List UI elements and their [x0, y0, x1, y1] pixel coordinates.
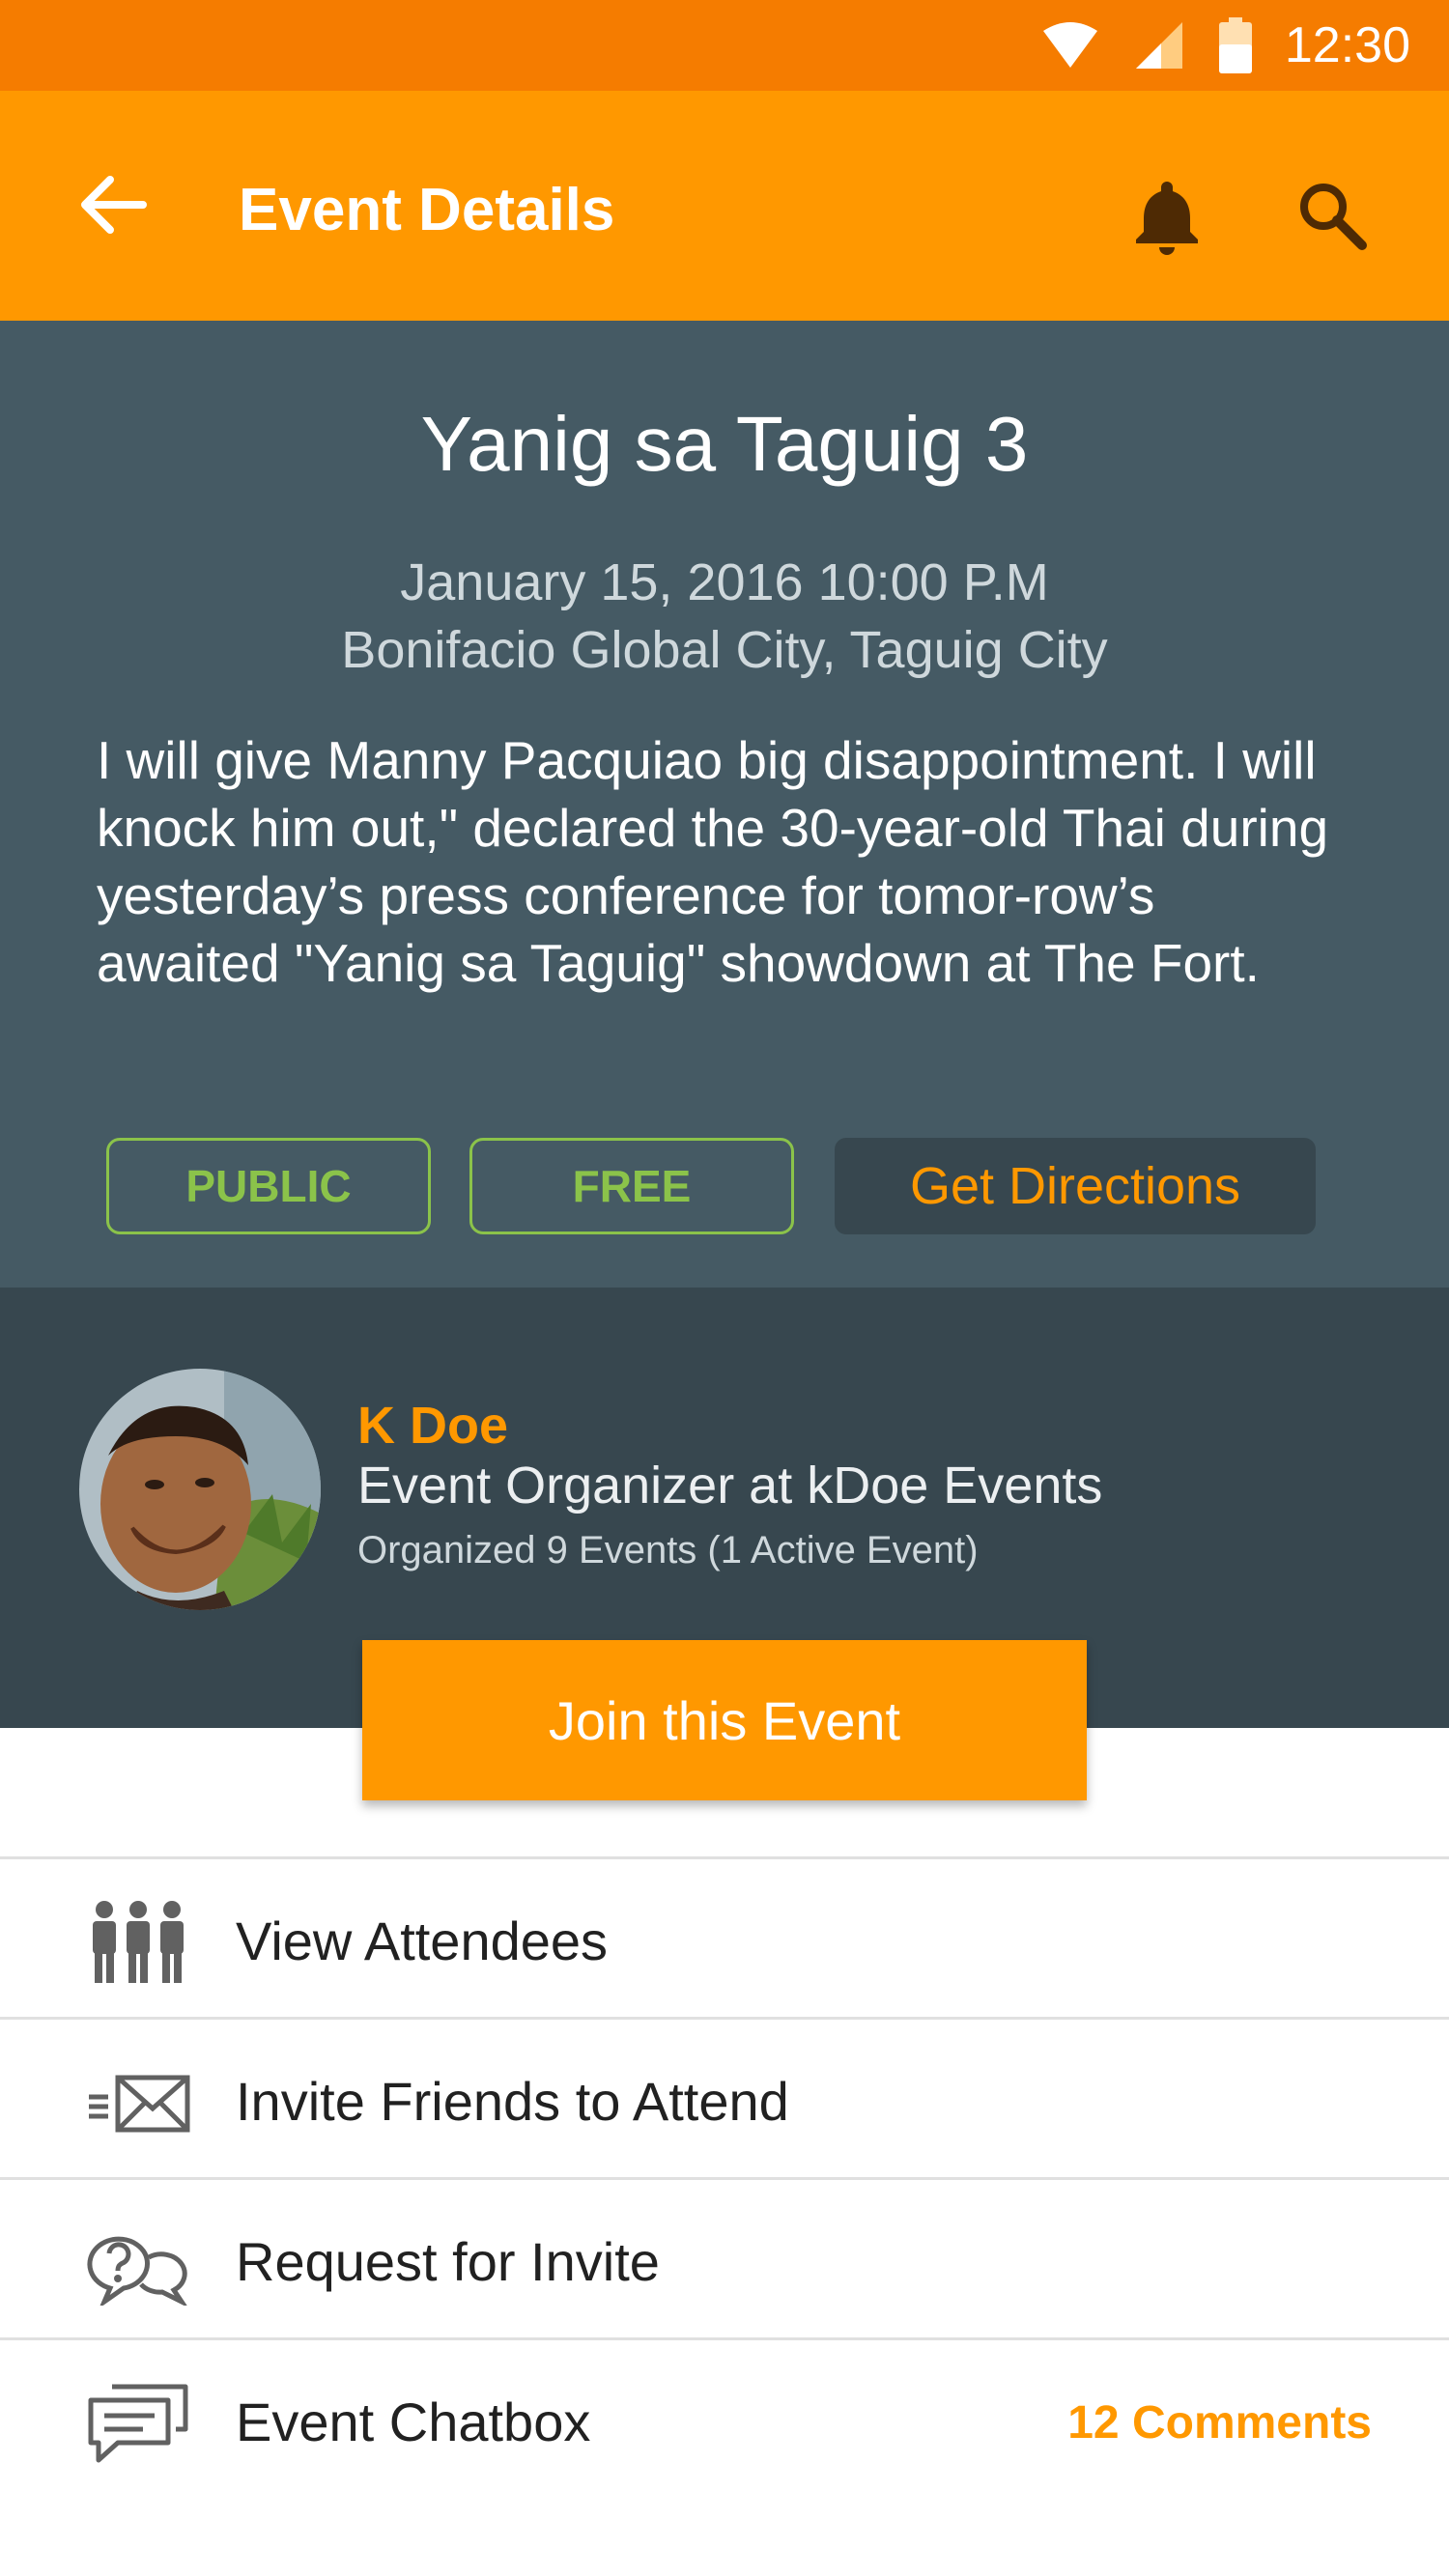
join-event-button[interactable]: Join this Event — [362, 1640, 1087, 1800]
list-item-request-invite[interactable]: Request for Invite — [0, 2177, 1449, 2337]
status-time: 12:30 — [1284, 17, 1410, 73]
invite-mail-icon — [89, 2075, 190, 2133]
bell-icon[interactable] — [1128, 178, 1206, 255]
list-item-event-chatbox[interactable]: Event Chatbox 12 Comments — [0, 2337, 1449, 2498]
organizer-stats: Organized 9 Events (1 Active Event) — [357, 1529, 979, 1571]
status-bar: 12:30 — [0, 0, 1449, 91]
list-item-label: Event Chatbox — [236, 2392, 591, 2452]
battery-icon — [1218, 17, 1252, 73]
chat-icon — [88, 2384, 188, 2463]
comments-count[interactable]: 12 Comments — [1067, 2396, 1372, 2449]
app-bar: Event Details — [0, 91, 1449, 321]
wifi-icon — [1042, 22, 1097, 68]
event-venue: Bonifacio Global City, Taguig City — [341, 621, 1108, 679]
event-description: I will give Manny Pacquiao big disappoin… — [97, 730, 1329, 993]
list-item-label: View Attendees — [236, 1911, 609, 1971]
organizer-avatar[interactable] — [79, 1369, 321, 1610]
list-item-label: Request for Invite — [236, 2231, 660, 2292]
free-tag: FREE — [469, 1138, 794, 1234]
list-item-invite-friends[interactable]: Invite Friends to Attend — [0, 2017, 1449, 2177]
get-directions-button[interactable]: Get Directions — [835, 1138, 1316, 1234]
organizer-role: Event Organizer at kDoe Events — [357, 1457, 1103, 1514]
list-item-label: Invite Friends to Attend — [236, 2071, 789, 2132]
signal-icon — [1135, 22, 1182, 69]
question-chat-icon — [87, 2236, 187, 2306]
event-name: Yanig sa Taguig 3 — [420, 401, 1029, 487]
public-tag: PUBLIC — [106, 1138, 431, 1234]
page-title: Event Details — [239, 177, 615, 243]
back-arrow-icon[interactable] — [75, 166, 153, 243]
event-header: Yanig sa Taguig 3 January 15, 2016 10:00… — [0, 321, 1449, 1288]
list-item-view-attendees[interactable]: View Attendees — [0, 1856, 1449, 2017]
attendees-icon — [93, 1901, 184, 1983]
organizer-name[interactable]: K Doe — [357, 1396, 508, 1456]
event-date: January 15, 2016 10:00 P.M — [400, 553, 1049, 611]
search-icon[interactable] — [1293, 176, 1370, 253]
event-actions-list: View Attendees Invite Friends to Attend … — [0, 1856, 1449, 2498]
